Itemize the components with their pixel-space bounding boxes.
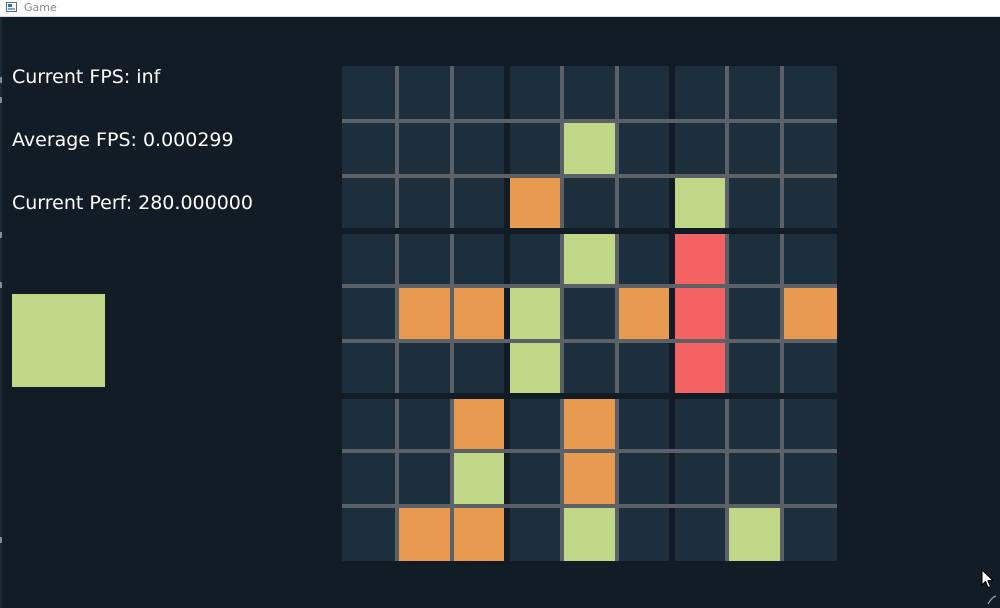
board-cell-empty[interactable]	[784, 123, 837, 174]
board-cell-empty[interactable]	[510, 453, 560, 504]
board-cell-empty[interactable]	[454, 66, 504, 119]
next-piece-preview	[12, 294, 105, 387]
board-cell-empty[interactable]	[510, 399, 560, 449]
board-cell-green[interactable]	[510, 343, 560, 393]
board-cell-green[interactable]	[729, 508, 780, 561]
board-cell-empty[interactable]	[675, 399, 725, 449]
board-cell-empty[interactable]	[399, 453, 450, 504]
board-cell-orange[interactable]	[454, 399, 504, 449]
board-cell-red[interactable]	[675, 343, 725, 393]
board-cell-empty[interactable]	[729, 178, 780, 228]
board-cell-empty[interactable]	[729, 288, 780, 339]
board-cell-empty[interactable]	[729, 234, 780, 284]
board-cell-green[interactable]	[564, 508, 615, 561]
game-board[interactable]	[342, 66, 837, 561]
board-cell-orange[interactable]	[564, 399, 615, 449]
board-cell-empty[interactable]	[675, 66, 725, 119]
board-cell-empty[interactable]	[784, 453, 837, 504]
board-cell-empty[interactable]	[454, 123, 504, 174]
board-cell-empty[interactable]	[454, 343, 504, 393]
average-fps-text: Average FPS: 0.000299	[12, 129, 234, 151]
current-perf-text: Current Perf: 280.000000	[12, 192, 253, 214]
board-cell-empty[interactable]	[342, 234, 395, 284]
board-cell-empty[interactable]	[729, 453, 780, 504]
board-cell-empty[interactable]	[729, 343, 780, 393]
board-cell-green[interactable]	[564, 123, 615, 174]
board-cell-empty[interactable]	[784, 234, 837, 284]
board-cell-empty[interactable]	[342, 508, 395, 561]
board-cell-empty[interactable]	[729, 399, 780, 449]
title-bar[interactable]: Game	[0, 0, 1000, 17]
board-cell-empty[interactable]	[619, 508, 669, 561]
board-cell-empty[interactable]	[342, 288, 395, 339]
edge-mark	[0, 232, 2, 238]
resize-grip-icon[interactable]	[986, 594, 998, 606]
board-cell-empty[interactable]	[342, 123, 395, 174]
board-cell-empty[interactable]	[619, 178, 669, 228]
current-fps-text: Current FPS: inf	[12, 66, 161, 88]
edge-mark	[0, 97, 2, 103]
board-cell-orange[interactable]	[510, 178, 560, 228]
board-cell-empty[interactable]	[342, 66, 395, 119]
board-cell-empty[interactable]	[399, 234, 450, 284]
board-cell-empty[interactable]	[784, 66, 837, 119]
board-cell-orange[interactable]	[399, 508, 450, 561]
board-cell-empty[interactable]	[342, 343, 395, 393]
board-cell-green[interactable]	[454, 453, 504, 504]
board-cell-empty[interactable]	[399, 178, 450, 228]
board-cell-orange[interactable]	[454, 508, 504, 561]
board-cell-empty[interactable]	[510, 508, 560, 561]
window-left-edge	[0, 17, 2, 608]
board-cell-green[interactable]	[510, 288, 560, 339]
board-cell-orange[interactable]	[619, 288, 669, 339]
board-cell-empty[interactable]	[342, 453, 395, 504]
board-cell-orange[interactable]	[784, 288, 837, 339]
board-cell-empty[interactable]	[564, 178, 615, 228]
board-cell-empty[interactable]	[399, 66, 450, 119]
board-cell-red[interactable]	[675, 234, 725, 284]
board-cell-empty[interactable]	[784, 343, 837, 393]
board-cell-orange[interactable]	[454, 288, 504, 339]
board-cell-empty[interactable]	[619, 399, 669, 449]
board-cell-red[interactable]	[675, 288, 725, 339]
mouse-cursor-icon	[981, 569, 995, 589]
board-cell-empty[interactable]	[399, 123, 450, 174]
board-cell-orange[interactable]	[564, 453, 615, 504]
edge-mark	[0, 537, 2, 543]
board-cell-empty[interactable]	[454, 178, 504, 228]
board-cell-empty[interactable]	[784, 508, 837, 561]
performance-hud: Current FPS: inf Average FPS: 0.000299 C…	[12, 25, 253, 256]
board-cell-empty[interactable]	[619, 66, 669, 119]
board-cell-empty[interactable]	[510, 66, 560, 119]
board-cell-empty[interactable]	[564, 343, 615, 393]
board-cell-empty[interactable]	[510, 123, 560, 174]
board-cell-empty[interactable]	[564, 288, 615, 339]
board-cell-green[interactable]	[564, 234, 615, 284]
board-cell-empty[interactable]	[619, 234, 669, 284]
board-cell-empty[interactable]	[784, 399, 837, 449]
board-cell-empty[interactable]	[729, 66, 780, 119]
board-cell-empty[interactable]	[342, 178, 395, 228]
board-cell-empty[interactable]	[784, 178, 837, 228]
edge-mark	[0, 282, 2, 288]
app-icon	[6, 2, 17, 12]
board-cell-empty[interactable]	[619, 123, 669, 174]
board-cell-orange[interactable]	[399, 288, 450, 339]
window-title: Game	[24, 1, 57, 14]
board-cell-empty[interactable]	[619, 343, 669, 393]
board-cell-empty[interactable]	[729, 123, 780, 174]
board-cell-empty[interactable]	[619, 453, 669, 504]
board-cell-empty[interactable]	[399, 399, 450, 449]
board-cell-empty[interactable]	[564, 66, 615, 119]
board-cell-empty[interactable]	[510, 234, 560, 284]
edge-mark	[0, 77, 2, 83]
board-cell-empty[interactable]	[454, 234, 504, 284]
board-cell-empty[interactable]	[675, 123, 725, 174]
board-cell-empty[interactable]	[399, 343, 450, 393]
game-window: Game Current FPS: inf Average FPS: 0.000…	[0, 0, 1000, 608]
board-cell-green[interactable]	[675, 178, 725, 228]
board-cell-empty[interactable]	[342, 399, 395, 449]
board-cell-empty[interactable]	[675, 508, 725, 561]
board-cell-empty[interactable]	[675, 453, 725, 504]
